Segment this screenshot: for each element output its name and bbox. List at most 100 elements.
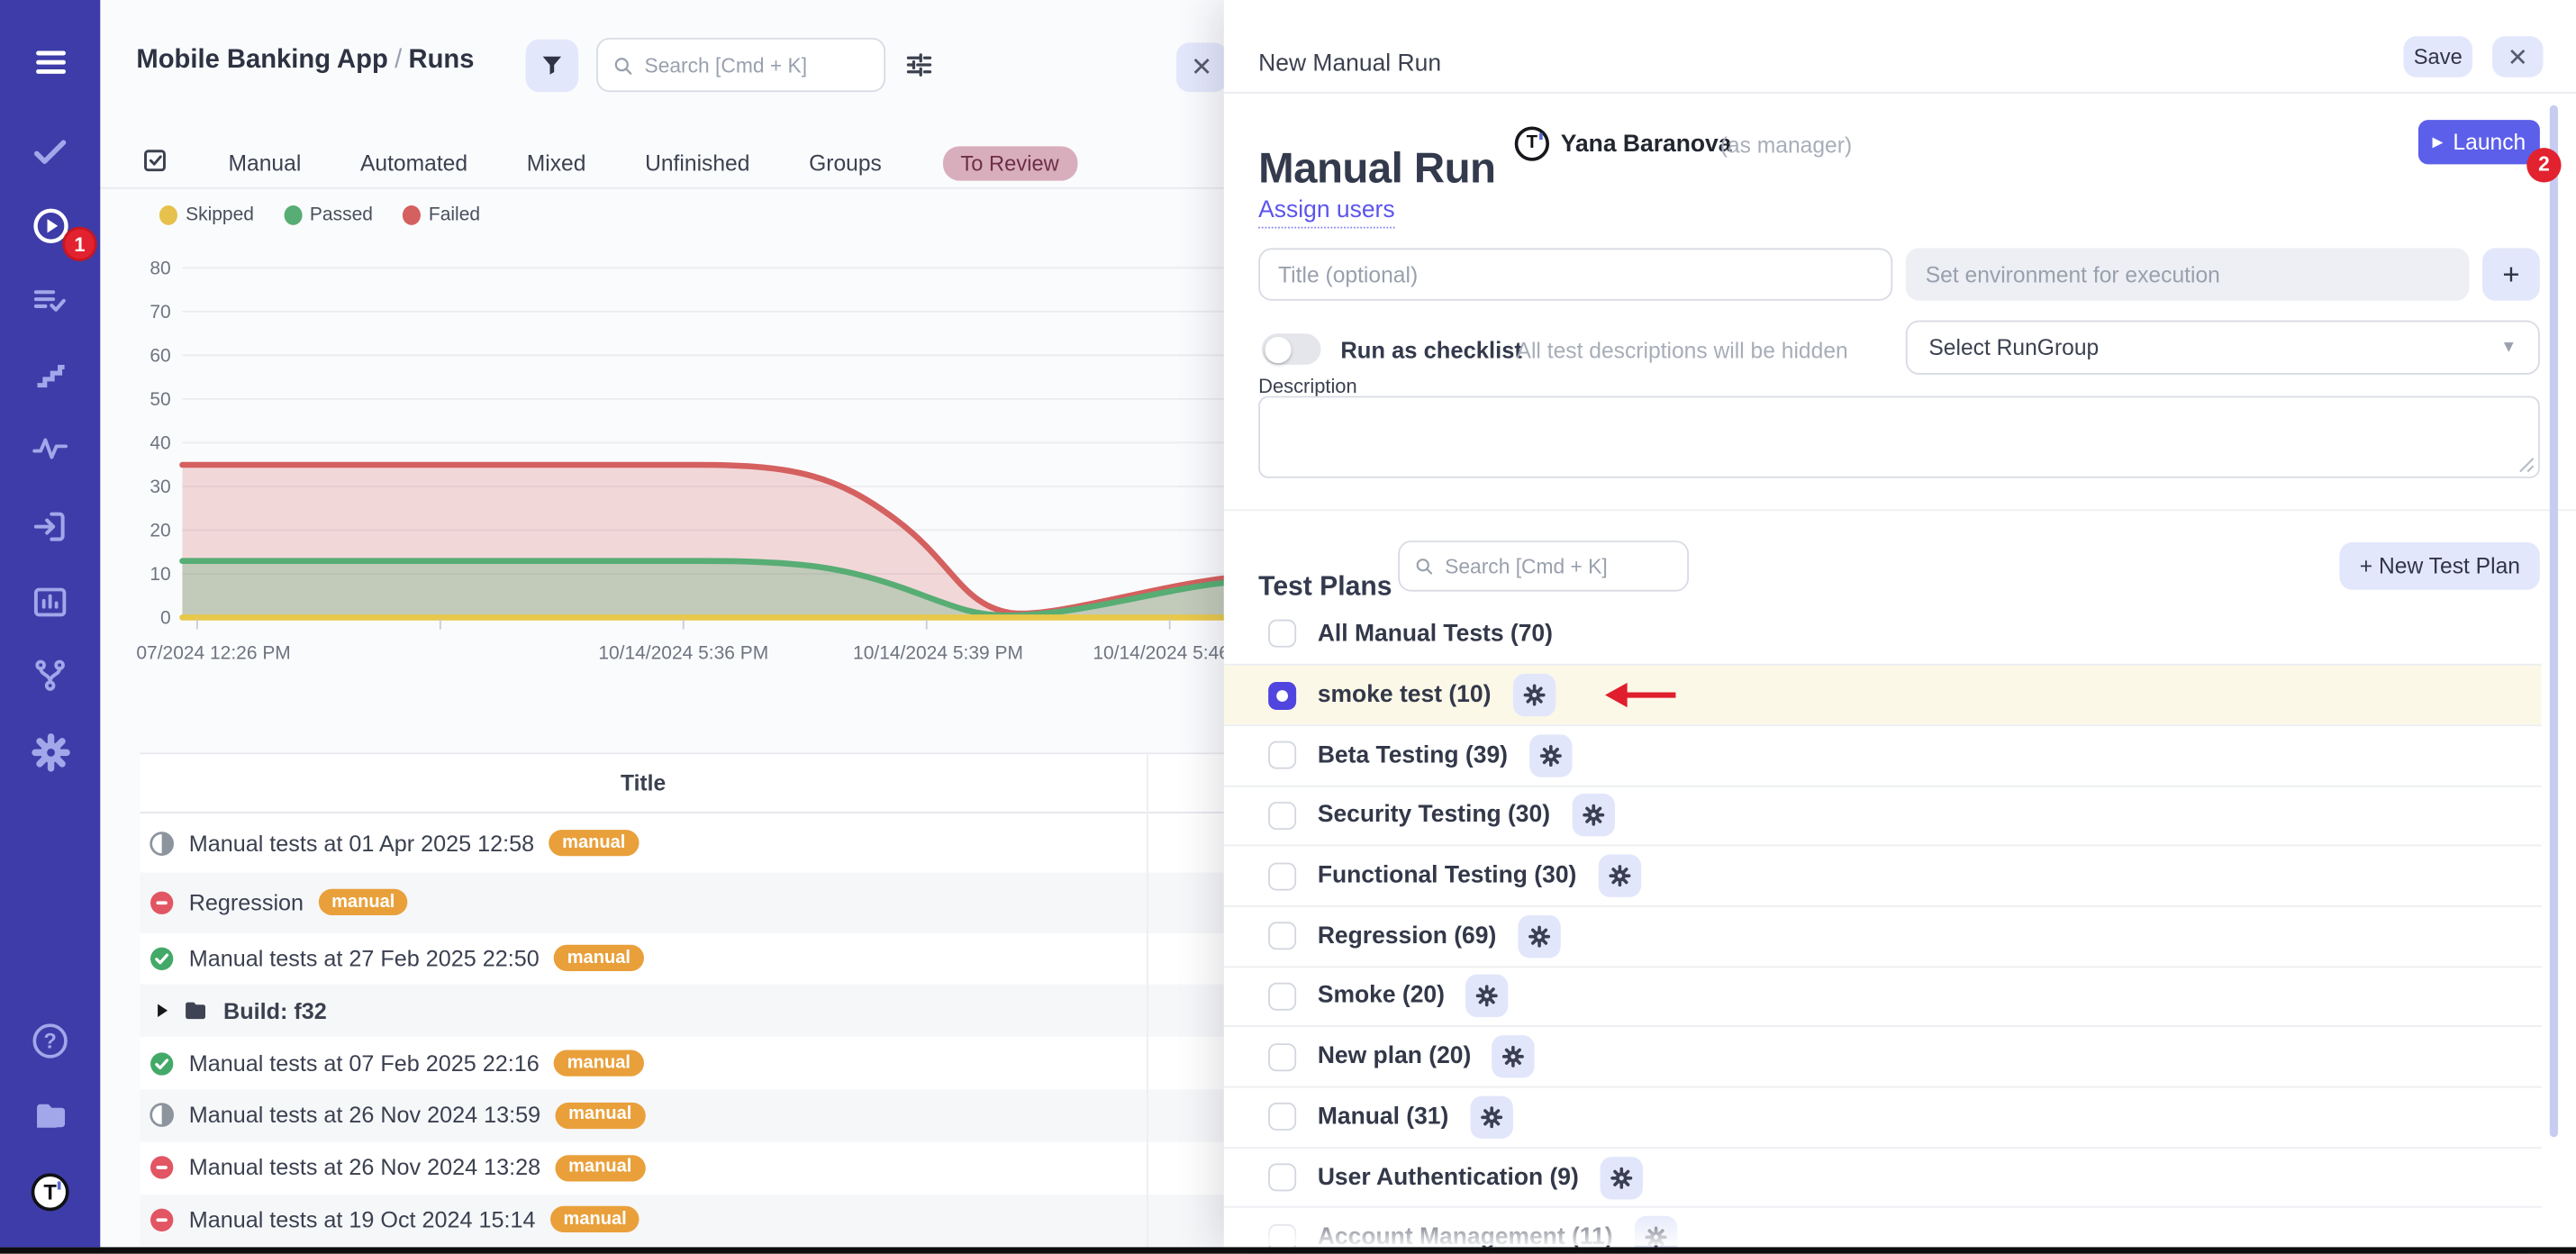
plan-checkbox[interactable] (1268, 983, 1296, 1011)
title-column-header[interactable]: Title (140, 770, 1147, 795)
save-button[interactable]: Save (2403, 36, 2472, 77)
columns-settings-icon[interactable] (905, 51, 933, 87)
plan-settings-gear-icon[interactable] (1598, 855, 1640, 897)
import-icon[interactable] (31, 506, 70, 546)
svg-text:10/14/2024 5:36 PM: 10/14/2024 5:36 PM (598, 642, 768, 663)
settings-gear-icon[interactable] (31, 732, 70, 772)
plan-settings-gear-icon[interactable] (1518, 915, 1560, 958)
plan-checkbox[interactable] (1268, 1223, 1296, 1246)
modal-title: New Manual Run (1258, 51, 1441, 77)
breadcrumb-divider: / (388, 46, 409, 74)
page-title: Manual Run (1258, 143, 1495, 195)
test-plan-row-selected[interactable]: smoke test (10) (1224, 664, 2542, 724)
test-plan-row[interactable]: User Authentication (9) (1224, 1147, 2542, 1207)
svg-text:30: 30 (150, 477, 170, 497)
table-row-group[interactable]: Build: f32 (140, 985, 1224, 1037)
steps-icon[interactable] (31, 355, 70, 395)
add-environment-button[interactable]: + (2482, 248, 2540, 300)
tab-manual[interactable]: Manual (229, 151, 302, 176)
launch-button[interactable]: ▶Launch (2418, 120, 2540, 164)
plan-checkbox[interactable] (1268, 741, 1296, 769)
table-row[interactable]: Regression manual (140, 873, 1224, 932)
status-failed-icon (150, 1208, 174, 1232)
plan-settings-gear-icon[interactable] (1492, 1035, 1535, 1077)
plan-settings-gear-icon[interactable] (1470, 1095, 1512, 1138)
table-row[interactable]: Manual tests at 07 Feb 2025 22:16 manual (140, 1037, 1224, 1089)
plan-settings-gear-icon[interactable] (1529, 734, 1572, 777)
table-row[interactable]: Manual tests at 27 Feb 2025 22:50 manual (140, 932, 1224, 985)
run-title: Manual tests at 01 Apr 2025 12:58 (189, 831, 534, 855)
test-plan-row[interactable]: Manual (31) (1224, 1086, 2542, 1147)
breadcrumb-project[interactable]: Mobile Banking App (136, 46, 387, 74)
environment-input[interactable] (1906, 248, 2470, 300)
modal-close-button[interactable]: ✕ (2492, 36, 2544, 77)
reports-icon[interactable] (31, 582, 70, 622)
runs-search[interactable] (596, 38, 885, 92)
tests-check-icon[interactable] (31, 132, 70, 171)
plan-checkbox[interactable] (1268, 1043, 1296, 1071)
search-input[interactable] (644, 53, 868, 77)
checklist-icon[interactable] (31, 281, 70, 321)
tab-groups[interactable]: Groups (809, 151, 882, 176)
legend-passed[interactable]: Passed (284, 205, 373, 225)
new-test-plan-button[interactable]: + New Test Plan (2340, 542, 2540, 590)
plan-settings-gear-icon[interactable] (1466, 975, 1509, 1017)
plan-settings-gear-icon[interactable] (1512, 674, 1555, 716)
documents-folder-icon[interactable] (31, 1096, 70, 1136)
plan-checkbox[interactable] (1268, 802, 1296, 830)
test-plan-row[interactable]: Security Testing (30) (1224, 785, 2542, 845)
legend-skipped[interactable]: Skipped (159, 205, 254, 225)
activity-icon[interactable] (31, 429, 70, 468)
test-plan-row[interactable]: Regression (69) (1224, 905, 2542, 966)
menu-icon[interactable] (31, 42, 70, 82)
assign-users-link[interactable]: Assign users (1258, 197, 1394, 229)
plan-checkbox[interactable] (1268, 862, 1296, 890)
test-plan-row[interactable]: Functional Testing (30) (1224, 845, 2542, 905)
plan-checkbox[interactable] (1268, 1104, 1296, 1131)
test-plan-row[interactable]: New plan (20) (1224, 1026, 2542, 1086)
table-row[interactable]: Manual tests at 26 Nov 2024 13:28 manual (140, 1141, 1224, 1194)
plan-checkbox-checked[interactable] (1268, 681, 1296, 709)
checklist-toggle-label: Run as checklist (1340, 337, 1522, 363)
plan-checkbox[interactable] (1268, 620, 1296, 648)
scrollbar[interactable] (2549, 105, 2558, 1137)
test-plan-row[interactable]: Account Management (11) (1224, 1206, 2542, 1246)
tab-unfinished[interactable]: Unfinished (645, 151, 749, 176)
test-plan-row[interactable]: All Manual Tests (70) (1224, 604, 2542, 664)
test-plan-row[interactable]: Beta Testing (39) (1224, 724, 2542, 785)
resize-grip-icon[interactable] (2518, 457, 2535, 473)
manager-avatar[interactable]: T (1515, 126, 1549, 160)
expand-caret-icon[interactable] (158, 1004, 168, 1018)
table-row[interactable]: Manual tests at 26 Nov 2024 13:59 manual (140, 1089, 1224, 1141)
test-plan-row[interactable]: Smoke (20) (1224, 966, 2542, 1026)
svg-text:50: 50 (150, 389, 170, 410)
filter-button[interactable] (526, 40, 578, 92)
test-plans-search[interactable] (1398, 541, 1689, 592)
help-icon[interactable]: ? (31, 1021, 70, 1060)
description-textarea[interactable] (1258, 396, 2540, 478)
select-runs-icon[interactable] (141, 145, 169, 181)
table-row[interactable]: Manual tests at 01 Apr 2025 12:58 manual (140, 813, 1224, 873)
table-row[interactable]: Manual tests at 19 Oct 2024 15:14 manual (140, 1194, 1224, 1246)
run-as-checklist-toggle[interactable] (1262, 333, 1321, 365)
funnel-icon (539, 52, 565, 78)
test-plans-search-input[interactable] (1445, 555, 1673, 578)
run-title-input[interactable] (1258, 248, 1892, 300)
plan-checkbox[interactable] (1268, 922, 1296, 950)
run-title: Manual tests at 27 Feb 2025 22:50 (189, 947, 540, 971)
rungroup-select[interactable]: Select RunGroup ▼ (1906, 321, 2540, 375)
plan-settings-gear-icon[interactable] (1634, 1216, 1676, 1246)
legend-failed[interactable]: Failed (403, 205, 480, 225)
branch-icon[interactable] (31, 656, 70, 695)
chart-legend: Skipped Passed Failed (159, 205, 480, 225)
plan-settings-gear-icon[interactable] (1601, 1156, 1643, 1198)
tab-mixed[interactable]: Mixed (527, 151, 586, 176)
panel-close-button[interactable]: ✕ (1176, 42, 1224, 92)
svg-text:20: 20 (150, 521, 170, 541)
app-logo[interactable]: T (31, 1171, 70, 1211)
test-plan-list: All Manual Tests (70) smoke test (10) Be… (1224, 604, 2542, 1246)
tab-automated[interactable]: Automated (360, 151, 467, 176)
plan-settings-gear-icon[interactable] (1572, 795, 1614, 837)
plan-checkbox[interactable] (1268, 1163, 1296, 1191)
tab-to-review[interactable]: To Review (942, 146, 1077, 180)
